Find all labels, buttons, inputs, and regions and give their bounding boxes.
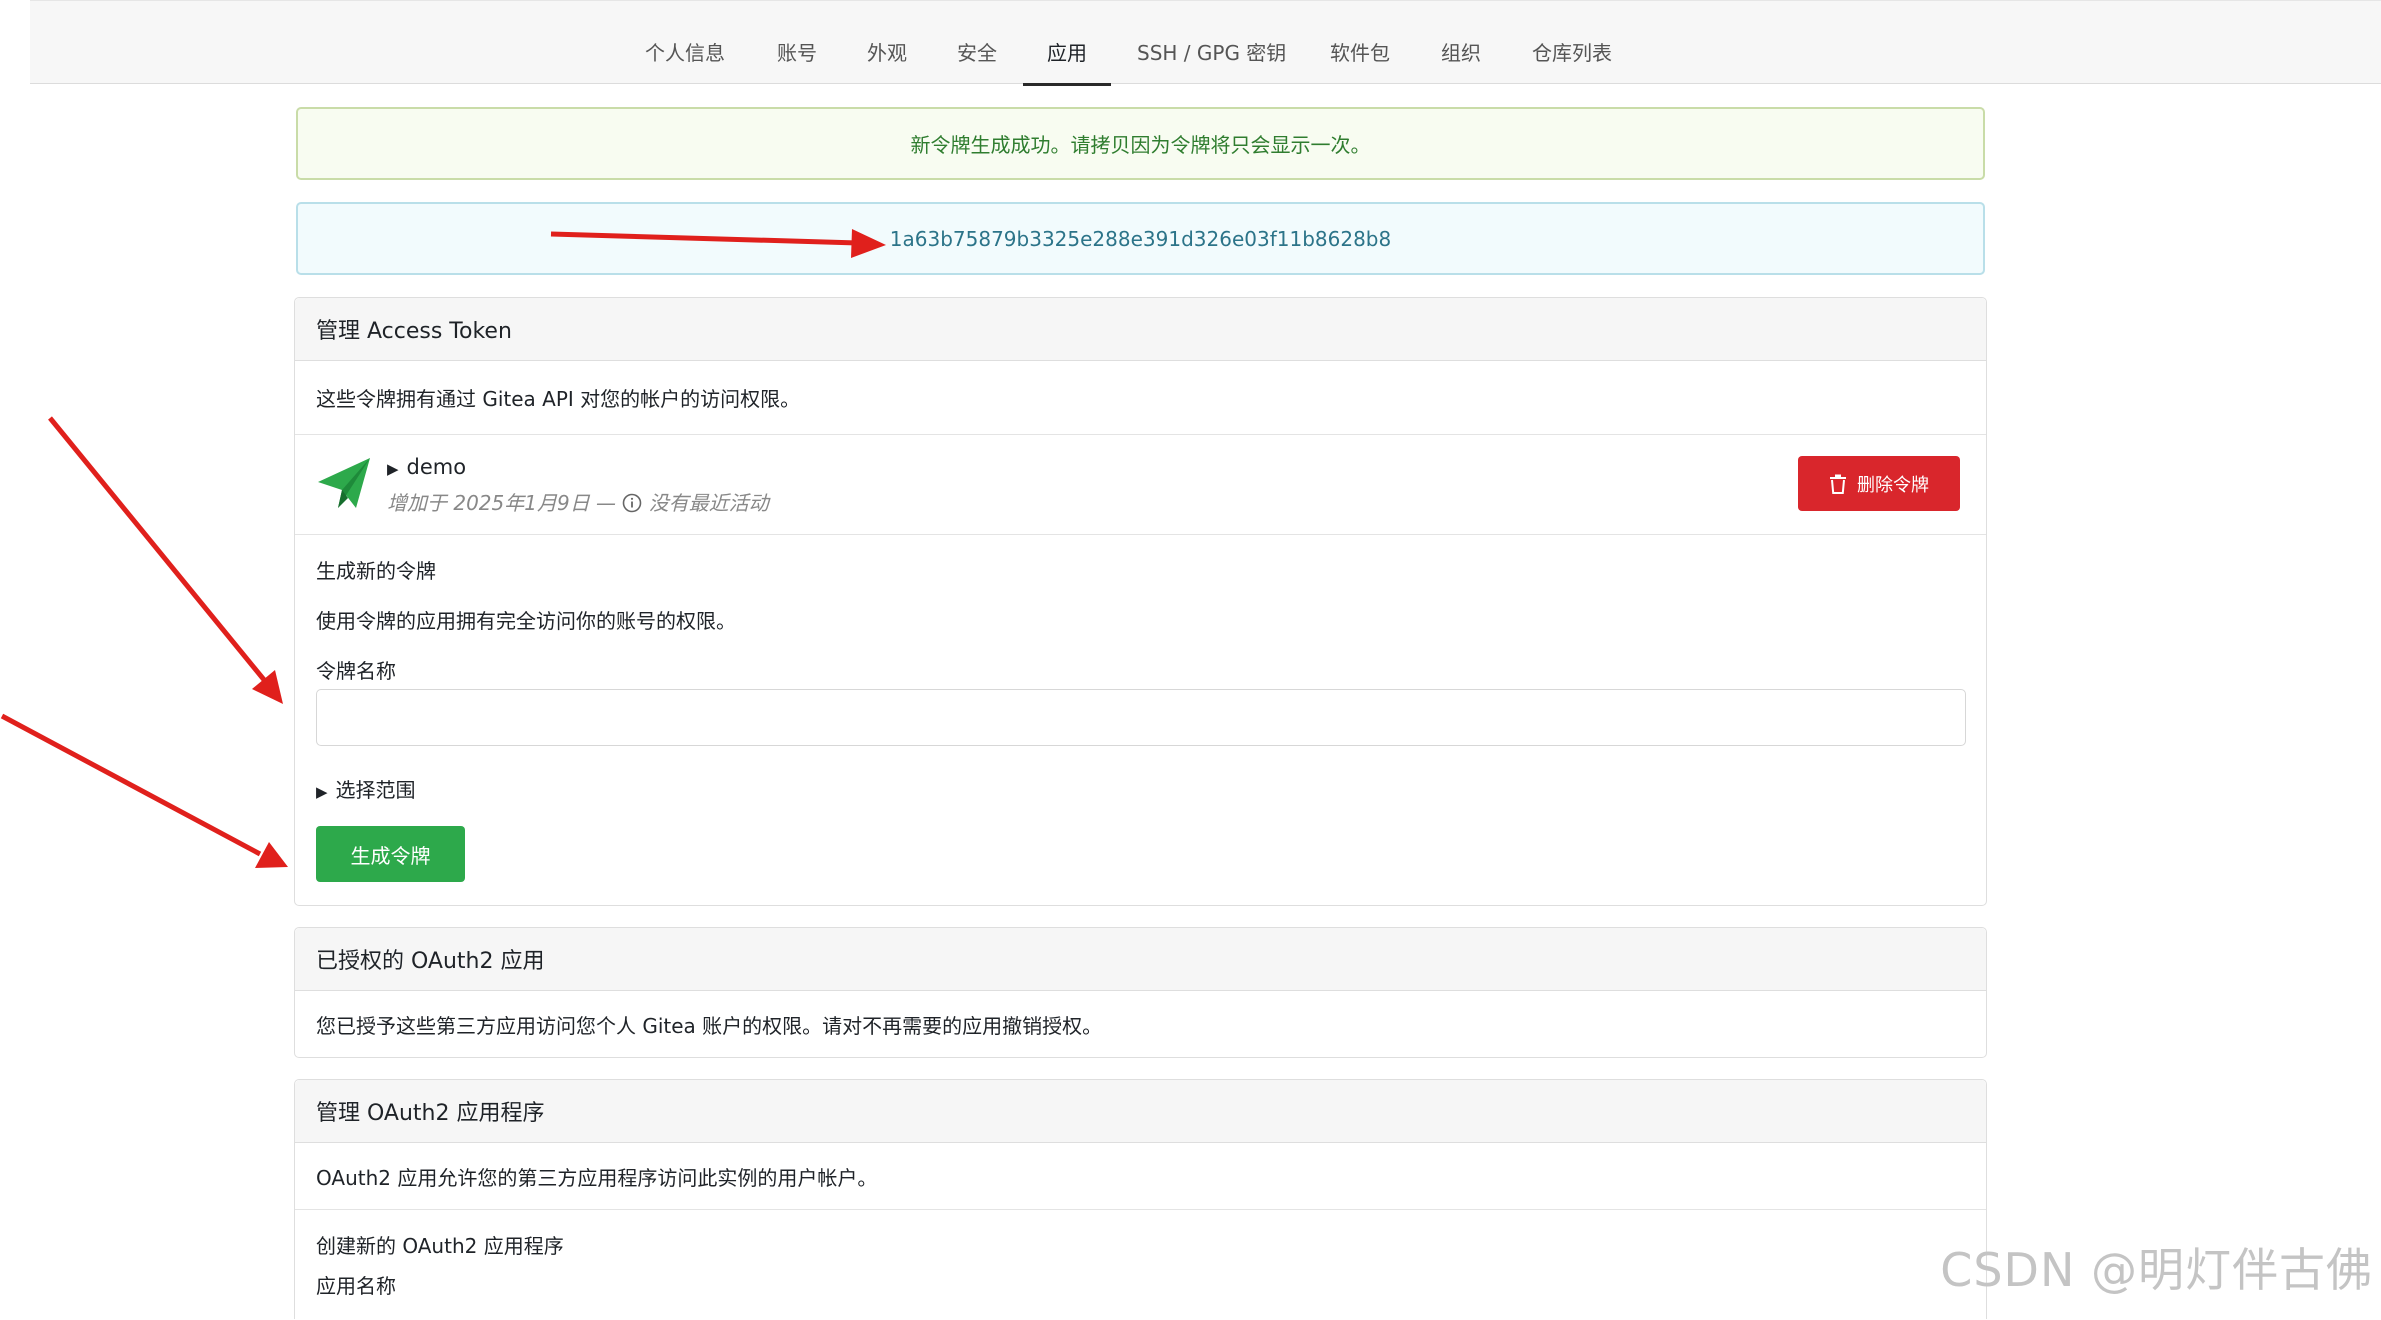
delete-token-label: 删除令牌 [1857,474,1929,496]
info-icon [623,493,642,513]
access-token-title: 管理 Access Token [316,319,512,344]
annotation-arrow-name-input [48,416,267,683]
generate-token-hint: 使用令牌的应用拥有完全访问你的账号的权限。 [316,609,736,633]
oauth-grants-description: 您已授予这些第三方应用访问您个人 Gitea 账户的权限。请对不再需要的应用撤销… [316,1013,1103,1038]
tab-applications[interactable]: 应用 [1023,37,1111,86]
token-name-label: 令牌名称 [316,659,396,683]
oauth-apps-panel: 管理 OAuth2 应用程序 OAuth2 应用允许您的第三方应用程序访问此实例… [294,1079,1987,1319]
trash-icon [1830,474,1846,494]
tab-organizations[interactable]: 组织 [1441,37,1481,66]
token-added-date: 增加于 2025年1月9日 — [387,491,617,515]
tab-account[interactable]: 账号 [777,37,817,66]
oauth-apps-title: 管理 OAuth2 应用程序 [316,1101,545,1126]
expand-triangle-icon: ▶ [387,460,399,478]
select-scope-label: 选择范围 [335,778,416,802]
annotation-arrowhead-generate [255,842,288,868]
token-meta: 增加于 2025年1月9日 — 没有最近活动 [387,487,769,516]
create-oauth-app-title: 创建新的 OAuth2 应用程序 [316,1234,564,1258]
access-token-panel: 管理 Access Token 这些令牌拥有通过 Gitea API 对您的帐户… [294,297,1987,906]
oauth-grants-panel: 已授权的 OAuth2 应用 您已授予这些第三方应用访问您个人 Gitea 账户… [294,927,1987,1058]
generate-token-button[interactable]: 生成令牌 [316,826,465,882]
tab-repositories[interactable]: 仓库列表 [1532,37,1612,66]
token-name-input[interactable] [316,689,1966,746]
oauth-grants-description-row: 您已授予这些第三方应用访问您个人 Gitea 账户的权限。请对不再需要的应用撤销… [295,991,1986,1057]
token-value-message: 1a63b75879b3325e288e391d326e03f11b8628b8 [296,202,1985,275]
tab-ssh-gpg-keys[interactable]: SSH / GPG 密钥 [1137,37,1286,66]
tab-packages[interactable]: 软件包 [1330,37,1390,66]
expand-triangle-icon: ▶ [316,783,328,801]
access-token-description: 这些令牌拥有通过 Gitea API 对您的帐户的访问权限。 [316,387,801,411]
tab-security[interactable]: 安全 [957,37,997,66]
annotation-arrow-generate [0,713,262,857]
token-name: demo [406,455,467,479]
send-plane-icon [318,458,370,508]
app-name-label: 应用名称 [316,1274,396,1298]
create-oauth-app-form: 创建新的 OAuth2 应用程序 应用名称 [295,1210,1986,1320]
settings-nav: 个人信息 账号 外观 安全 应用 SSH / GPG 密钥 软件包 组织 仓库列… [30,0,2381,86]
success-message: 新令牌生成成功。请拷贝因为令牌将只会显示一次。 [296,107,1985,180]
watermark: CSDN @明灯伴古佛 [1940,1243,2373,1297]
oauth-apps-header: 管理 OAuth2 应用程序 [295,1080,1986,1143]
oauth-grants-title: 已授权的 OAuth2 应用 [316,949,545,974]
tab-profile[interactable]: 个人信息 [645,37,725,66]
generate-token-title: 生成新的令牌 [316,559,436,583]
oauth-grants-header: 已授权的 OAuth2 应用 [295,928,1986,991]
generate-token-label: 生成令牌 [350,843,431,868]
oauth-apps-description-row: OAuth2 应用允许您的第三方应用程序访问此实例的用户帐户。 [295,1143,1986,1210]
access-token-description-row: 这些令牌拥有通过 Gitea API 对您的帐户的访问权限。 [295,361,1986,435]
oauth-apps-description: OAuth2 应用允许您的第三方应用程序访问此实例的用户帐户。 [316,1165,878,1190]
delete-token-button[interactable]: 删除令牌 [1798,456,1960,511]
tab-appearance[interactable]: 外观 [867,37,907,66]
access-token-header: 管理 Access Token [295,298,1986,361]
new-token-value[interactable]: 1a63b75879b3325e288e391d326e03f11b8628b8 [890,227,1391,251]
select-scope-toggle[interactable]: ▶ 选择范围 [316,774,416,803]
token-last-activity: 没有最近活动 [648,491,769,515]
success-message-text: 新令牌生成成功。请拷贝因为令牌将只会显示一次。 [910,133,1371,157]
generate-token-form: 生成新的令牌 使用令牌的应用拥有完全访问你的账号的权限。 令牌名称 ▶ 选择范围 … [295,535,1986,905]
token-name-toggle[interactable]: ▶ demo [387,455,466,479]
token-item: ▶ demo 增加于 2025年1月9日 — 没有最近活动 删除令牌 [295,435,1986,535]
annotation-arrowhead-name-input [252,670,283,704]
